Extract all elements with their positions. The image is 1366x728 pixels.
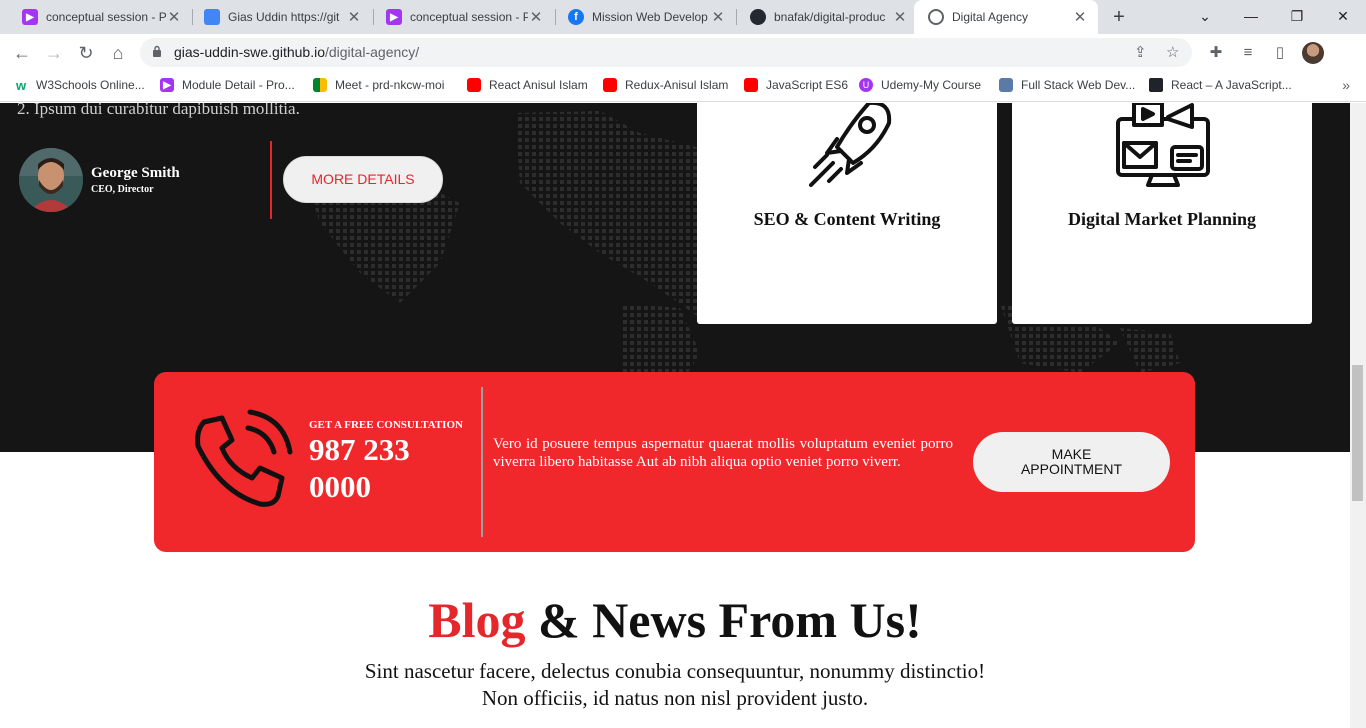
close-icon[interactable]: ✕ <box>710 8 726 26</box>
chevron-down-icon[interactable]: ⌄ <box>1182 0 1228 34</box>
subtitle-line: Non officiis, id natus non nisl providen… <box>481 686 869 710</box>
close-icon[interactable]: ✕ <box>346 8 362 26</box>
docs-icon <box>204 9 220 25</box>
youtube-icon <box>744 78 758 92</box>
more-details-button[interactable]: MORE DETAILS <box>283 156 443 203</box>
scrollbar-thumb[interactable] <box>1352 365 1363 501</box>
github-icon <box>750 9 766 25</box>
service-title: Digital Market Planning <box>1068 209 1256 229</box>
share-icon[interactable]: ⇪ <box>1134 43 1147 61</box>
back-button[interactable]: ← <box>8 39 36 67</box>
restore-button[interactable]: ❐ <box>1274 0 1320 34</box>
browser-tab[interactable]: ▶ conceptual session - P ✕ <box>372 0 554 34</box>
rocket-icon <box>809 103 892 187</box>
list-item: 2. Ipsum dui curabitur dapibuish molliti… <box>17 103 300 118</box>
avatar <box>19 148 83 212</box>
udemy-icon: U <box>859 78 873 92</box>
lock-icon <box>153 45 161 57</box>
youtube-icon <box>603 78 617 92</box>
page-scrollbar[interactable] <box>1350 103 1366 728</box>
bookmark-item[interactable]: Meet - prd-nkcw-moi <box>313 78 444 92</box>
udemy-icon: ▶ <box>22 9 38 25</box>
extensions-icon[interactable]: ✚ <box>1206 43 1226 63</box>
browser-tab-active[interactable]: Digital Agency ✕ <box>914 0 1098 34</box>
browser-toolbar: ← → ↻ ⌂ gias-uddin-swe.github.io/digital… <box>0 34 1366 72</box>
close-window-button[interactable]: ✕ <box>1320 0 1366 34</box>
title-rest: & News From Us! <box>525 592 922 648</box>
section-subtitle: Sint nascetur facere, delectus conubia c… <box>275 658 1075 712</box>
close-icon[interactable]: ✕ <box>1072 8 1088 26</box>
udemy-icon: ▶ <box>386 9 402 25</box>
address-bar[interactable]: gias-uddin-swe.github.io/digital-agency/… <box>140 38 1192 67</box>
media-icon[interactable]: ≡ <box>1238 43 1258 63</box>
person-role: CEO, Director <box>91 184 154 195</box>
section-title: Blog & News From Us! <box>0 591 1350 649</box>
consultation-banner: GET A FREE CONSULTATION 987 233 0000 Ver… <box>154 372 1195 552</box>
side-panel-icon[interactable]: ▯ <box>1270 43 1290 63</box>
bookmark-item[interactable]: React – A JavaScript... <box>1149 78 1292 92</box>
udemy-icon: ▶ <box>160 78 174 92</box>
url-text: gias-uddin-swe.github.io/digital-agency/ <box>174 44 420 60</box>
home-button[interactable]: ⌂ <box>104 39 132 67</box>
tab-title: Digital Agency <box>952 10 1029 24</box>
globe-icon <box>928 9 944 25</box>
forward-button[interactable]: → <box>40 39 68 67</box>
close-icon[interactable]: ✕ <box>528 8 544 26</box>
tab-title: conceptual session - P <box>410 10 528 24</box>
title-accent: Blog <box>428 592 526 648</box>
close-icon[interactable]: ✕ <box>892 8 908 26</box>
profile-avatar[interactable] <box>1302 42 1324 64</box>
tab-title: bnafak/digital-produc <box>774 10 886 24</box>
tab-title: conceptual session - P <box>46 10 166 24</box>
new-tab-button[interactable]: + <box>1108 6 1130 28</box>
tab-title: Gias Uddin https://git <box>228 10 340 24</box>
make-appointment-button[interactable]: MAKE APPOINTMENT <box>973 432 1170 492</box>
bookmark-item[interactable]: React Anisul Islam <box>467 78 588 92</box>
service-card[interactable]: Digital Market Planning <box>1012 103 1312 324</box>
consultation-kicker: GET A FREE CONSULTATION <box>309 419 463 431</box>
browser-tab[interactable]: Gias Uddin https://git ✕ <box>190 0 372 34</box>
course-icon <box>999 78 1013 92</box>
reload-button[interactable]: ↻ <box>72 39 100 67</box>
star-icon[interactable]: ☆ <box>1166 43 1179 61</box>
tab-bar: ▶ conceptual session - P ✕ Gias Uddin ht… <box>0 0 1366 34</box>
marketing-screen-icon <box>1116 103 1210 187</box>
divider <box>270 141 272 219</box>
phone-icon <box>195 409 293 507</box>
bookmark-item[interactable]: ▶ Module Detail - Pro... <box>160 78 295 92</box>
page-viewport: 2. Ipsum dui curabitur dapibuish molliti… <box>0 103 1350 728</box>
w3schools-icon: w <box>15 77 27 93</box>
facebook-icon: f <box>568 9 584 25</box>
close-icon[interactable]: ✕ <box>166 8 182 26</box>
person-name: George Smith <box>91 165 180 181</box>
bookmark-item[interactable]: Redux-Anisul Islam <box>603 78 728 92</box>
tab-title: Mission Web Develop <box>592 10 708 24</box>
service-title: SEO & Content Writing <box>753 209 941 229</box>
minimize-button[interactable]: — <box>1228 0 1274 34</box>
service-card[interactable]: SEO & Content Writing <box>697 103 997 324</box>
bookmark-item[interactable]: w W3Schools Online... <box>14 77 145 93</box>
bookmarks-bar: w W3Schools Online... ▶ Module Detail - Pr… <box>0 72 1366 102</box>
divider <box>481 387 483 537</box>
react-icon <box>1149 78 1163 92</box>
consultation-text: Vero id posuere tempus aspernatur quaera… <box>493 436 953 470</box>
browser-tab[interactable]: ▶ conceptual session - P ✕ <box>8 0 192 34</box>
bookmark-item[interactable]: Full Stack Web Dev... <box>999 78 1135 92</box>
subtitle-line: Sint nascetur facere, delectus conubia c… <box>364 659 986 683</box>
browser-tab[interactable]: bnafak/digital-produc ✕ <box>736 0 918 34</box>
browser-tab[interactable]: f Mission Web Develop ✕ <box>554 0 736 34</box>
more-bookmarks-icon[interactable]: » <box>1342 77 1350 93</box>
phone-number: 987 233 0000 <box>309 432 410 504</box>
bookmark-item[interactable]: JavaScript ES6 <box>744 78 848 92</box>
bookmark-item[interactable]: U Udemy-My Course <box>859 78 981 92</box>
youtube-icon <box>467 78 481 92</box>
meet-icon <box>313 78 327 92</box>
